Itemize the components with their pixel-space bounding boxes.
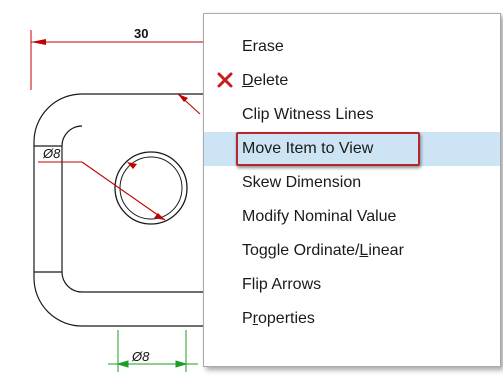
- label-rest: operties: [258, 310, 315, 327]
- hole: [114, 151, 188, 225]
- menu-item-label: Erase: [242, 38, 284, 55]
- menu-item-label: Flip Arrows: [242, 276, 322, 293]
- label-pre: Toggle Ordinate/: [242, 242, 360, 259]
- mnemonic-letter: D: [242, 72, 254, 89]
- menu-item-label: Move Item to View: [242, 140, 374, 157]
- hole-diameter-dimension: [38, 161, 166, 221]
- leader-line: [177, 93, 201, 115]
- menu-item-label: Delete: [242, 64, 288, 98]
- menu-item-clip-witness-lines[interactable]: Clip Witness Lines: [204, 98, 500, 132]
- bottom-dimension-text: Ø8: [131, 349, 150, 364]
- hole-diameter-text: Ø8: [42, 146, 61, 161]
- menu-item-toggle-ordinate-linear[interactable]: Toggle Ordinate/Linear: [204, 234, 500, 268]
- mnemonic-letter: L: [359, 242, 369, 259]
- menu-item-flip-arrows[interactable]: Flip Arrows: [204, 268, 500, 302]
- label-rest: elete: [253, 72, 289, 89]
- menu-item-label: Clip Witness Lines: [242, 106, 374, 123]
- menu-item-label: Properties: [242, 302, 315, 336]
- menu-item-erase[interactable]: Erase: [204, 30, 500, 64]
- top-dimension-text: 30: [134, 26, 148, 41]
- menu-item-modify-nominal-value[interactable]: Modify Nominal Value: [204, 200, 500, 234]
- bottom-dimension: [108, 330, 198, 372]
- label-rest: inear: [368, 242, 404, 259]
- menu-item-move-item-to-view[interactable]: Move Item to View: [204, 132, 500, 166]
- menu-item-label: Toggle Ordinate/Linear: [242, 234, 404, 268]
- menu-item-properties[interactable]: Properties: [204, 302, 500, 336]
- menu-item-skew-dimension[interactable]: Skew Dimension: [204, 166, 500, 200]
- menu-item-label: Skew Dimension: [242, 174, 362, 191]
- menu-item-label: Modify Nominal Value: [242, 208, 397, 225]
- menu-item-delete[interactable]: Delete: [204, 64, 500, 98]
- top-dimension: [30, 30, 203, 90]
- label-pre: P: [242, 310, 253, 327]
- delete-x-icon: [217, 72, 233, 88]
- context-menu: Erase Delete Clip Witness Lines Move Ite…: [203, 13, 501, 367]
